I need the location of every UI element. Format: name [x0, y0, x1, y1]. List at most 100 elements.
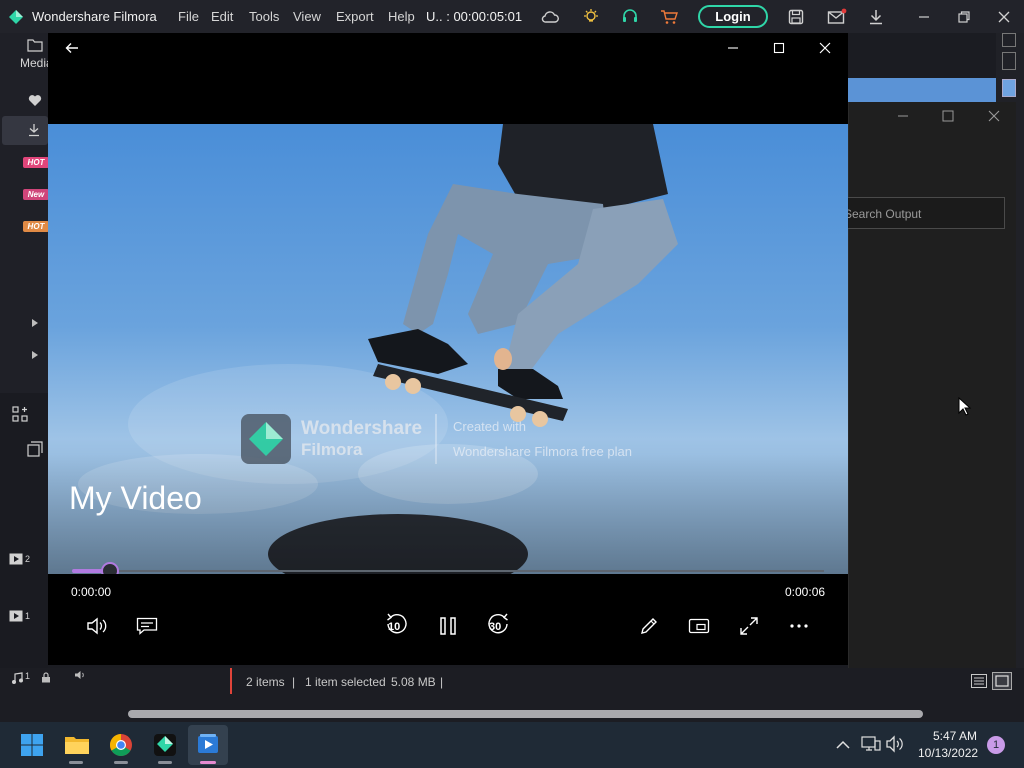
expand-arrow-icon[interactable]	[30, 349, 40, 361]
media-player-taskbar-button[interactable]	[188, 725, 228, 765]
minimize-icon[interactable]	[914, 7, 934, 27]
horizontal-scroll-area	[0, 694, 1024, 722]
menu-help[interactable]: Help	[388, 9, 415, 24]
filmora-logo-icon	[7, 8, 25, 26]
heart-icon[interactable]	[27, 92, 43, 108]
skip-back-icon[interactable]: 10	[384, 612, 410, 640]
tiles-view-icon[interactable]	[992, 672, 1012, 690]
close-icon[interactable]	[816, 40, 834, 56]
save-icon[interactable]	[786, 7, 806, 27]
menu-export[interactable]: Export	[336, 9, 374, 24]
maximize-icon[interactable]	[940, 109, 956, 123]
search-output-placeholder: Search Output	[844, 207, 922, 221]
details-view-icon[interactable]	[970, 673, 988, 689]
subtitles-icon[interactable]	[135, 615, 159, 637]
skip-forward-icon[interactable]: 30	[485, 612, 511, 640]
windows-start-icon[interactable]	[20, 733, 44, 757]
maximize-icon[interactable]	[770, 40, 788, 56]
filmora-sidebar: Media HOT New HOT	[0, 33, 53, 393]
download-icon[interactable]	[866, 7, 886, 27]
skip-forward-seconds: 30	[489, 621, 502, 633]
expand-arrow-icon[interactable]	[30, 317, 40, 329]
close-icon[interactable]	[986, 109, 1002, 123]
mouse-cursor-icon	[957, 396, 973, 418]
chrome-icon[interactable]	[108, 732, 134, 758]
taskbar-indicator	[69, 761, 83, 764]
video-track-number: 2	[25, 554, 31, 564]
hot-badge: HOT	[23, 221, 49, 232]
restore-icon[interactable]	[954, 7, 974, 27]
menu-edit[interactable]: Edit	[211, 9, 233, 24]
network-icon[interactable]	[861, 735, 881, 753]
pause-icon[interactable]	[436, 615, 460, 637]
more-options-icon[interactable]	[787, 615, 811, 637]
item-count: 2 items	[246, 675, 285, 689]
video-frame[interactable]: Wondershare Filmora Created with Wonders…	[48, 124, 848, 574]
total-time: 0:00:06	[785, 585, 826, 599]
taskbar-indicator	[114, 761, 128, 764]
filmora-taskbar-icon[interactable]	[152, 732, 178, 758]
checkbox[interactable]	[1002, 33, 1016, 47]
media-player-window: Wondershare Filmora Created with Wonders…	[48, 33, 848, 665]
cloud-icon[interactable]	[540, 8, 560, 26]
windows-taskbar: 5:47 AM 10/13/2022 1	[0, 722, 1024, 768]
watermark-brand-line1: Wondershare	[301, 418, 423, 439]
close-icon[interactable]	[994, 7, 1014, 27]
status-separator: |	[440, 675, 444, 689]
fullscreen-icon[interactable]	[737, 615, 761, 637]
headset-support-icon[interactable]	[620, 7, 640, 27]
selected-size: 5.08 MB	[391, 675, 436, 689]
horizontal-scrollbar-thumb[interactable]	[128, 710, 923, 718]
lock-icon[interactable]	[40, 671, 52, 683]
progress-track[interactable]	[72, 570, 824, 572]
checkbox[interactable]	[1002, 52, 1016, 70]
clock-date[interactable]: 10/13/2022	[918, 746, 978, 760]
new-badge: New	[23, 189, 49, 200]
progress-knob[interactable]	[101, 562, 119, 574]
menu-tools[interactable]: Tools	[249, 9, 279, 24]
taskbar-active-indicator	[200, 761, 216, 764]
search-output-field[interactable]: Search Output	[839, 197, 1005, 229]
watermark-note-line1: Created with	[453, 419, 526, 434]
selected-count: 1 item selected	[305, 675, 386, 689]
speaker-icon[interactable]	[885, 735, 905, 753]
back-arrow-icon[interactable]	[62, 39, 82, 57]
app-title: Wondershare Filmora	[32, 9, 157, 24]
edit-pencil-icon[interactable]	[637, 615, 661, 637]
menu-view[interactable]: View	[293, 9, 321, 24]
miniplayer-icon[interactable]	[687, 615, 711, 637]
output-window-titlebar-strip	[848, 78, 996, 102]
explorer-status-bar: 1 2 items | 1 item selected 5.08 MB |	[0, 668, 1024, 722]
output-window: Search Output	[839, 102, 1016, 668]
apps-grid-icon[interactable]	[11, 405, 29, 423]
taskbar-indicator	[158, 761, 172, 764]
export-timer: U.. : 00:00:05:01	[426, 9, 523, 24]
status-separator: |	[292, 675, 296, 689]
login-button[interactable]: Login	[698, 5, 768, 28]
skip-back-seconds: 10	[388, 621, 401, 633]
mail-icon[interactable]	[826, 7, 848, 27]
minimize-icon[interactable]	[724, 40, 742, 56]
file-explorer-icon[interactable]	[64, 732, 90, 756]
video-title: My Video	[69, 480, 202, 516]
video-track-icon	[9, 610, 23, 622]
checkbox[interactable]	[1002, 79, 1016, 97]
cart-icon[interactable]	[659, 7, 679, 27]
add-track-icon[interactable]	[26, 440, 44, 458]
lightbulb-icon[interactable]	[581, 7, 601, 27]
video-track-icon	[9, 553, 23, 565]
menu-file[interactable]: File	[178, 9, 199, 24]
clock-time[interactable]: 5:47 AM	[933, 729, 977, 743]
video-track-number: 1	[25, 611, 31, 621]
volume-icon[interactable]	[73, 668, 87, 682]
timeline-track-headers: 2 1	[0, 393, 48, 693]
notification-badge[interactable]: 1	[987, 736, 1005, 754]
minimize-icon[interactable]	[895, 109, 911, 123]
current-time: 0:00:00	[71, 585, 112, 599]
folder-icon[interactable]	[26, 37, 44, 53]
chevron-up-icon[interactable]	[834, 737, 852, 753]
filmora-title-bar: Wondershare Filmora File Edit Tools View…	[0, 0, 1024, 33]
audio-track-number: 1	[25, 671, 31, 681]
sidebar-selected-item[interactable]	[2, 116, 48, 145]
volume-icon[interactable]	[85, 615, 109, 637]
